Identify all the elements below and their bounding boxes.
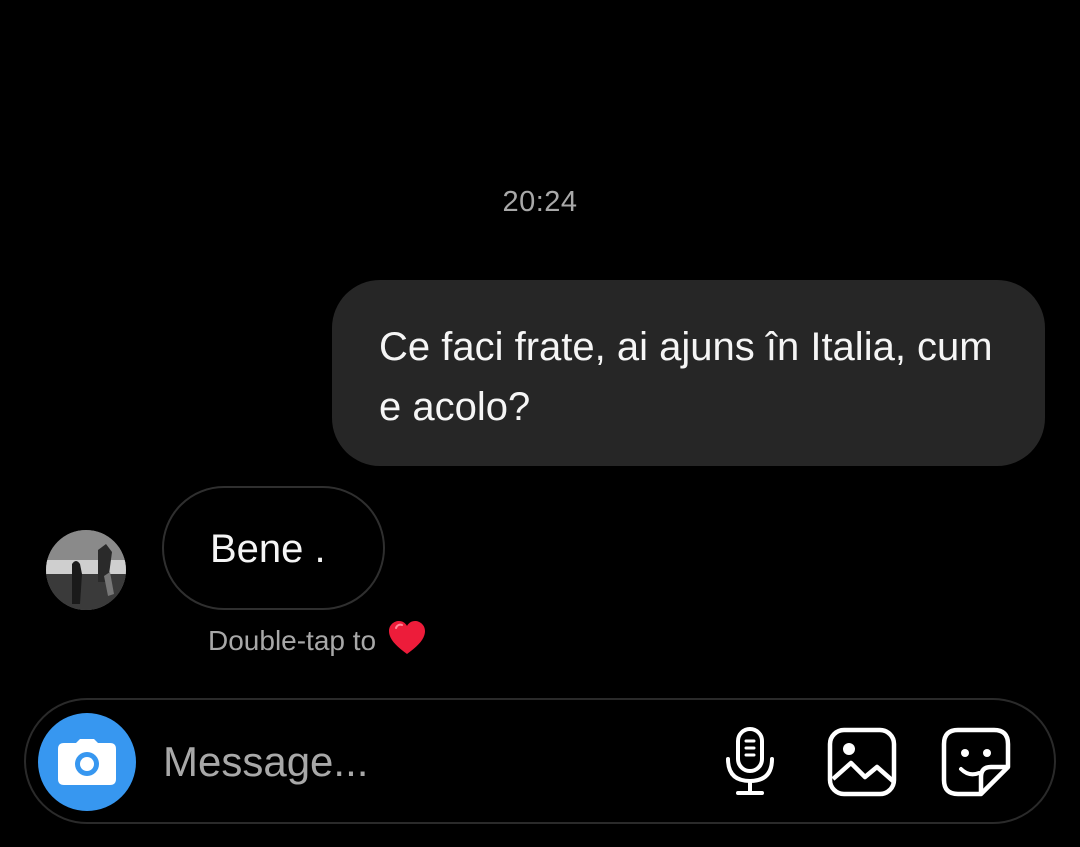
sticker-button[interactable] bbox=[938, 724, 1014, 800]
incoming-message-text: Bene . bbox=[210, 527, 326, 571]
camera-button[interactable] bbox=[38, 713, 136, 811]
sticker-icon bbox=[941, 727, 1011, 797]
microphone-icon bbox=[726, 727, 774, 795]
camera-icon bbox=[58, 739, 116, 785]
sender-avatar[interactable] bbox=[46, 530, 126, 610]
avatar-photo bbox=[46, 530, 126, 610]
gallery-button[interactable] bbox=[824, 724, 900, 800]
outgoing-message-text: Ce faci frate, ai ajuns în Italia, cum e… bbox=[379, 325, 993, 429]
voice-message-button[interactable] bbox=[712, 724, 788, 800]
reaction-hint-text: Double-tap to bbox=[208, 625, 377, 656]
outgoing-message-bubble[interactable]: Ce faci frate, ai ajuns în Italia, cum e… bbox=[332, 280, 1045, 466]
message-input[interactable] bbox=[163, 734, 683, 790]
incoming-message-bubble[interactable]: Bene . bbox=[162, 486, 385, 610]
reaction-hint: Double-tap to bbox=[208, 620, 426, 662]
heart-icon bbox=[388, 620, 426, 663]
gallery-icon bbox=[827, 727, 897, 797]
message-timestamp: 20:24 bbox=[502, 186, 578, 218]
